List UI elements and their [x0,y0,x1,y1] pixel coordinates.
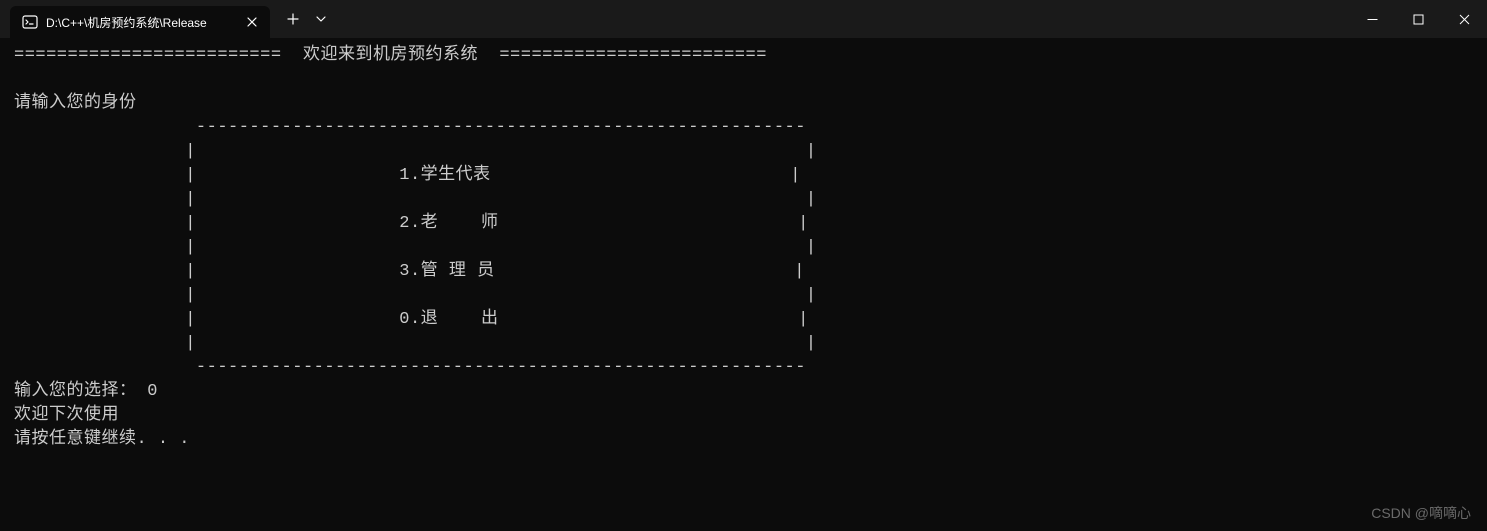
press-any-key-line: 请按任意键继续. . . [14,430,190,449]
tab-group: D:\C++\机房预约系统\Release [0,0,334,38]
new-tab-button[interactable] [278,4,308,34]
farewell-line: 欢迎下次使用 [14,406,119,425]
menu-option-0: | 0.退 出 | [14,310,809,329]
menu-box-side: | | [14,286,817,305]
tab-title: D:\C++\机房预约系统\Release [46,14,236,31]
menu-option-2: | 2.老 师 | [14,214,809,233]
window-titlebar: D:\C++\机房预约系统\Release [0,0,1487,38]
menu-box-side: | | [14,190,817,209]
window-controls [1349,0,1487,38]
terminal-output[interactable]: ========================= 欢迎来到机房预约系统 ===… [0,38,1487,458]
menu-box-side: | | [14,142,817,161]
terminal-icon [22,14,38,30]
tab-close-button[interactable] [244,14,260,30]
menu-option-1: | 1.学生代表 | [14,166,801,185]
menu-box-border-bottom: ----------------------------------------… [14,358,806,377]
minimize-button[interactable] [1349,0,1395,38]
header-line: ========================= 欢迎来到机房预约系统 ===… [14,46,767,65]
menu-box-border-top: ----------------------------------------… [14,118,806,137]
input-choice-line: 输入您的选择： 0 [14,382,158,401]
csdn-watermark: CSDN @嘀嘀心 [1371,503,1471,523]
menu-box-side: | | [14,334,817,353]
menu-option-3: | 3.管 理 员 | [14,262,805,281]
menu-box-side: | | [14,238,817,257]
prompt-identity: 请输入您的身份 [14,94,137,113]
terminal-tab[interactable]: D:\C++\机房预约系统\Release [10,6,270,38]
tab-dropdown-button[interactable] [308,4,334,34]
close-button[interactable] [1441,0,1487,38]
maximize-button[interactable] [1395,0,1441,38]
